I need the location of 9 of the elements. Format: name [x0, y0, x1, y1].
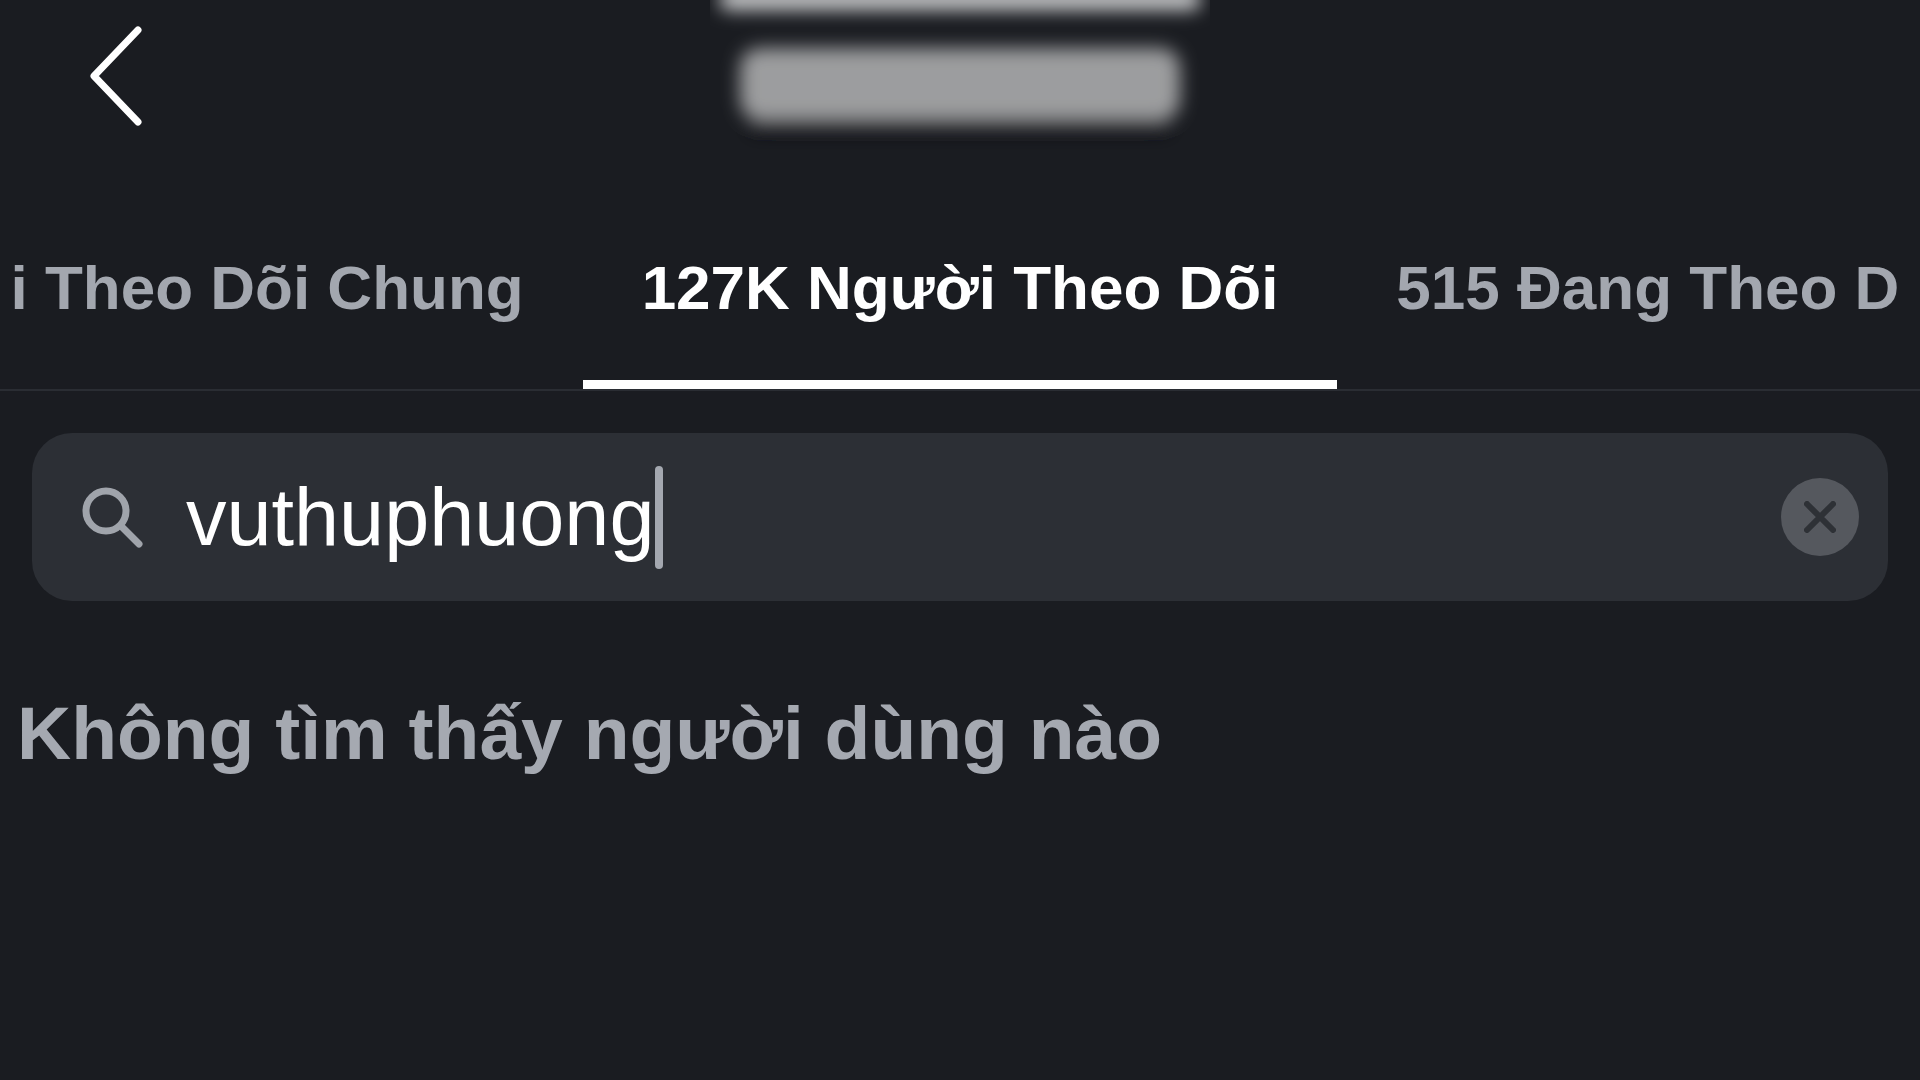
search-icon: [80, 485, 144, 549]
empty-state-message: Không tìm thấy người dùng nào: [17, 690, 1163, 776]
tab[interactable]: 515 Đang Theo D: [1337, 170, 1900, 389]
close-icon: [1804, 501, 1836, 533]
back-button[interactable]: [88, 26, 144, 126]
tab[interactable]: i Theo Dõi Chung: [10, 170, 583, 389]
search-field[interactable]: vuthuphuong: [32, 433, 1888, 601]
chevron-left-icon: [88, 26, 144, 126]
tab[interactable]: 127K Người Theo Dõi: [582, 170, 1338, 389]
